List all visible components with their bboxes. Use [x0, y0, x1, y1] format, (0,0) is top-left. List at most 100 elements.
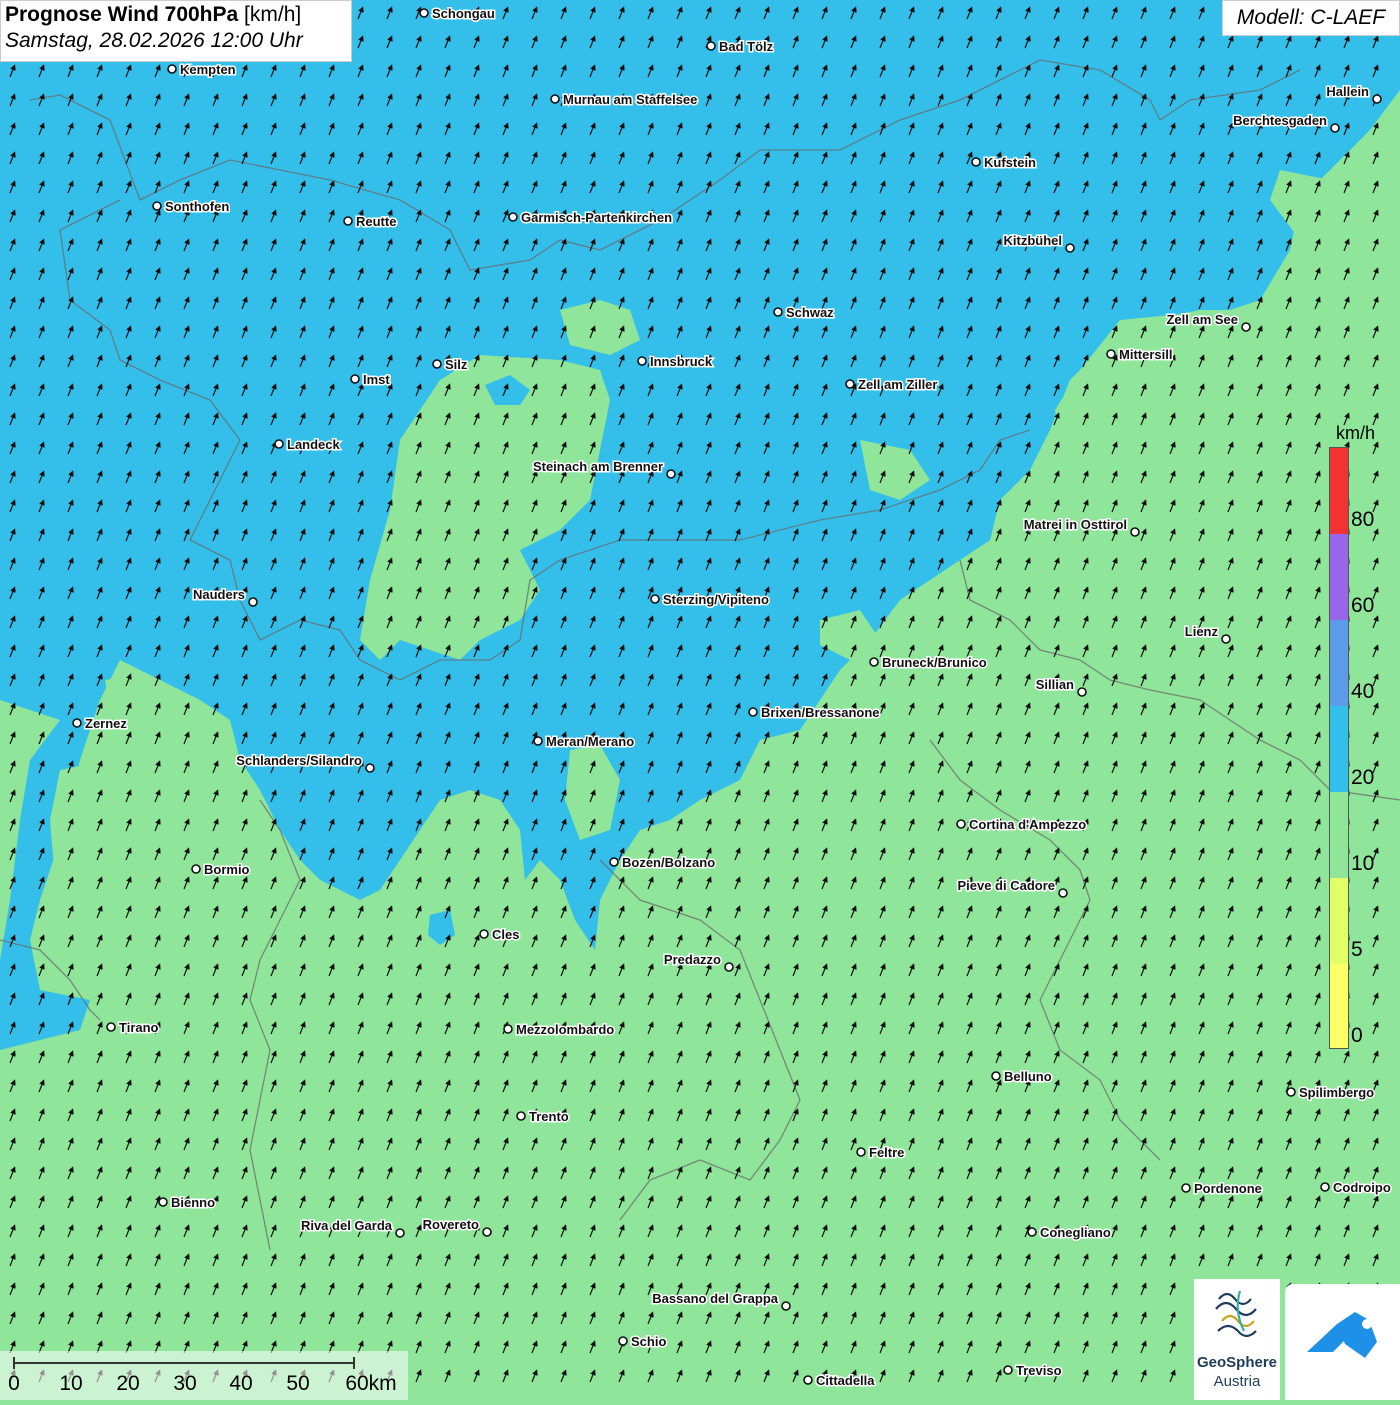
city-dot-icon — [666, 469, 676, 479]
city-dot-icon — [781, 1301, 791, 1311]
geosphere-logo-text: GeoSphere — [1196, 1354, 1278, 1371]
map-title-bold: Prognose Wind 700hPa — [5, 3, 239, 26]
city-label: Pordenone — [1194, 1181, 1262, 1196]
city-label: Bienno — [171, 1195, 215, 1210]
city-dot-icon — [432, 359, 442, 369]
city-dot-icon — [1130, 527, 1140, 537]
city-dot-icon — [106, 1022, 116, 1032]
city-marker: Schongau — [419, 5, 496, 23]
city-dot-icon — [550, 94, 560, 104]
city-label: Cles — [492, 927, 519, 942]
city-dot-icon — [856, 1147, 866, 1157]
map-title-unit: [km/h] — [244, 3, 302, 26]
city-label: Predazzo — [664, 952, 721, 967]
city-dot-icon — [516, 1111, 526, 1121]
city-dot-icon — [1221, 634, 1231, 644]
city-label: Rovereto — [423, 1217, 479, 1232]
city-dot-icon — [618, 1336, 628, 1346]
city-dot-icon — [1372, 94, 1382, 104]
city-dot-icon — [1003, 1365, 1013, 1375]
city-dot-icon — [1241, 322, 1251, 332]
city-label: Tirano — [119, 1020, 159, 1035]
city-label: Landeck — [287, 437, 341, 452]
city-marker: Spilimbergo — [1286, 1084, 1376, 1102]
legend-label-40: 40 — [1351, 680, 1375, 703]
city-label: Imst — [363, 372, 390, 387]
city-dot-icon — [773, 307, 783, 317]
scale-label-10: 10 — [59, 1372, 83, 1395]
city-dot-icon — [1058, 888, 1068, 898]
legend-label-10: 10 — [1351, 852, 1375, 875]
city-label: Bruneck/Brunico — [882, 655, 987, 670]
city-dot-icon — [274, 439, 284, 449]
city-dot-icon — [1181, 1183, 1191, 1193]
legend-unit: km/h — [1336, 423, 1376, 443]
scale-label-20: 20 — [116, 1372, 140, 1395]
legend-seg-40-60 — [1330, 620, 1348, 706]
city-dot-icon — [991, 1071, 1001, 1081]
city-marker: Bruneck/Brunico — [869, 654, 988, 672]
city-label: Mezzolombardo — [516, 1022, 614, 1037]
city-dot-icon — [1330, 123, 1340, 133]
city-label: Spilimbergo — [1299, 1085, 1374, 1100]
city-dot-icon — [1077, 687, 1087, 697]
legend-label-60: 60 — [1351, 594, 1375, 617]
city-label: Schwaz — [786, 305, 834, 320]
city-dot-icon — [152, 201, 162, 211]
scale-label-50: 50 — [286, 1372, 310, 1395]
city-dot-icon — [1027, 1227, 1037, 1237]
city-label: Steinach am Brenner — [533, 459, 663, 474]
city-dot-icon — [1065, 243, 1075, 253]
city-label: Kitzbühel — [1004, 233, 1063, 248]
legend-label-5: 5 — [1351, 938, 1363, 961]
wind-map: Schongau Bad Tölz Kempten Murnau am Staffel… — [0, 0, 1400, 1400]
city-dot-icon — [1286, 1087, 1296, 1097]
city-label: Belluno — [1004, 1069, 1052, 1084]
city-dot-icon — [803, 1375, 813, 1385]
model-label: Modell: C-LAEF — [1222, 0, 1400, 36]
city-marker: Cortina d'Ampezzo — [956, 816, 1088, 834]
app-logo-icon — [1307, 1312, 1377, 1358]
city-label: Kufstein — [984, 155, 1036, 170]
city-dot-icon — [419, 8, 429, 18]
city-dot-icon — [956, 819, 966, 829]
city-dot-icon — [343, 216, 353, 226]
city-dot-icon — [503, 1024, 513, 1034]
city-label: Reutte — [356, 214, 396, 229]
city-label: Berchtesgaden — [1233, 113, 1327, 128]
map-title: Prognose Wind 700hPa [km/h] — [5, 3, 347, 27]
city-dot-icon — [637, 356, 647, 366]
city-dot-icon — [533, 736, 543, 746]
city-dot-icon — [845, 379, 855, 389]
city-label: Sterzing/Vipiteno — [663, 592, 769, 607]
city-marker: Brixen/Bressanone — [748, 704, 881, 722]
city-label: Kempten — [180, 62, 236, 77]
city-label: Zell am Ziller — [858, 377, 937, 392]
city-dot-icon — [350, 374, 360, 384]
city-label: Treviso — [1016, 1363, 1062, 1378]
city-label: Murnau am Staffelsee — [563, 92, 697, 107]
city-label: Cortina d'Ampezzo — [969, 817, 1086, 832]
city-dot-icon — [706, 41, 716, 51]
legend-seg-0-5 — [1330, 964, 1348, 1048]
city-dot-icon — [248, 597, 258, 607]
city-dot-icon — [748, 707, 758, 717]
city-marker: Murnau am Staffelsee — [550, 91, 699, 109]
city-dot-icon — [479, 929, 489, 939]
city-label: Sonthofen — [165, 199, 229, 214]
city-label: Hallein — [1326, 84, 1369, 99]
city-label: Schongau — [432, 6, 495, 21]
city-dot-icon — [1106, 349, 1116, 359]
scale-label-0: 0 — [8, 1372, 20, 1395]
city-dot-icon — [72, 718, 82, 728]
city-label: Bozen/Bolzano — [622, 855, 715, 870]
city-label: Meran/Merano — [546, 734, 634, 749]
city-dot-icon — [167, 64, 177, 74]
city-label: Silz — [445, 357, 468, 372]
title-box: Prognose Wind 700hPa [km/h] Samstag, 28.… — [0, 0, 352, 62]
city-marker: Conegliano — [1027, 1224, 1112, 1242]
city-label: Feltre — [869, 1145, 904, 1160]
city-dot-icon — [191, 864, 201, 874]
city-label: Brixen/Bressanone — [761, 705, 880, 720]
city-marker: Sterzing/Vipiteno — [650, 591, 770, 609]
